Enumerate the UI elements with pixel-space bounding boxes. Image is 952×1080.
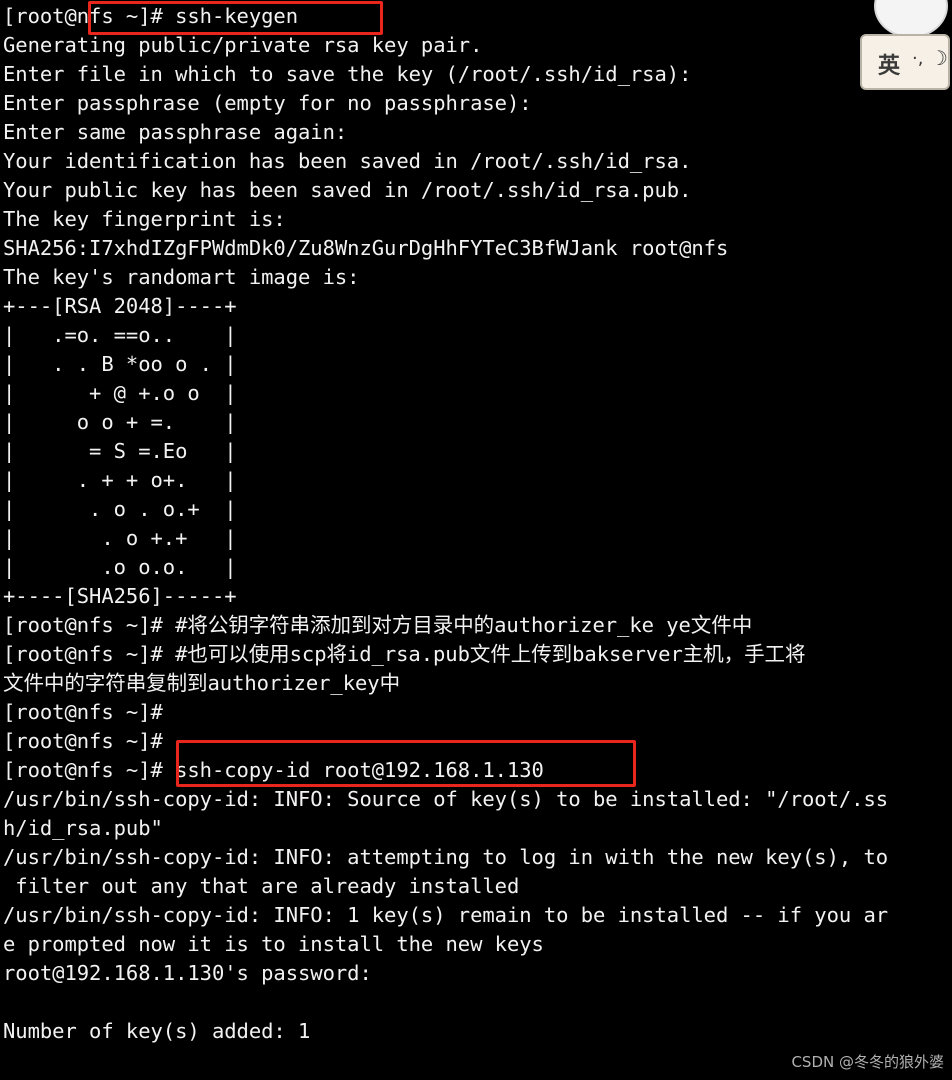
highlight-box-ssh-keygen (88, 1, 383, 35)
ime-status-widget[interactable]: 英 ·, ☽ (858, 0, 952, 96)
randomart-line: | . + + o+. | (3, 468, 237, 492)
csdn-watermark: CSDN @冬冬的狼外婆 (791, 1053, 944, 1071)
randomart-line: | .o o.o. | (3, 555, 237, 579)
terminal-line: Enter file in which to save the key (/ro… (3, 62, 692, 86)
randomart-line: | . o +.+ | (3, 526, 237, 550)
terminal-screenshot: [root@nfs ~]# ssh-keygen Generating publ… (0, 0, 952, 1080)
terminal-line: filter out any that are already installe… (3, 874, 520, 898)
ime-punctuation-icon: ·, (912, 48, 924, 69)
terminal-line: e prompted now it is to install the new … (3, 932, 544, 956)
terminal-line: Enter passphrase (empty for no passphras… (3, 91, 532, 115)
highlight-box-ssh-copy-id (176, 740, 636, 787)
terminal-line: [root@nfs ~]# #也可以使用scp将id_rsa.pub文件上传到b… (3, 642, 806, 666)
terminal-line: Your public key has been saved in /root/… (3, 178, 692, 202)
terminal-line: Number of key(s) added: 1 (3, 1019, 311, 1043)
terminal-output[interactable]: [root@nfs ~]# ssh-keygen Generating publ… (3, 2, 949, 1046)
terminal-line: root@192.168.1.130's password: (3, 961, 372, 985)
randomart-line: | + @ +.o o | (3, 381, 237, 405)
terminal-line: /usr/bin/ssh-copy-id: INFO: Source of ke… (3, 787, 889, 811)
terminal-line: The key fingerprint is: (3, 207, 286, 231)
ime-language-label: 英 (878, 54, 901, 79)
ime-mascot-icon (874, 0, 948, 38)
terminal-line: 文件中的字符串复制到authorizer_key中 (3, 671, 401, 695)
randomart-line: +---[RSA 2048]----+ (3, 294, 237, 318)
moon-icon: ☽ (930, 46, 948, 70)
terminal-line: Your identification has been saved in /r… (3, 149, 692, 173)
terminal-line: /usr/bin/ssh-copy-id: INFO: 1 key(s) rem… (3, 903, 889, 927)
randomart-line: | = S =.Eo | (3, 439, 237, 463)
randomart-line: +----[SHA256]-----+ (3, 584, 237, 608)
terminal-line: The key's randomart image is: (3, 265, 360, 289)
terminal-line: /usr/bin/ssh-copy-id: INFO: attempting t… (3, 845, 889, 869)
terminal-line: [root@nfs ~]# (3, 700, 163, 724)
randomart-line: | . o . o.+ | (3, 497, 237, 521)
randomart-line: | o o + =. | (3, 410, 237, 434)
terminal-line: SHA256:I7xhdIZgFPWdmDk0/Zu8WnzGurDgHhFYT… (3, 236, 729, 260)
terminal-line: h/id_rsa.pub" (3, 816, 163, 840)
terminal-line: Enter same passphrase again: (3, 120, 348, 144)
ime-indicator[interactable]: 英 ·, ☽ (860, 34, 950, 90)
randomart-line: | .=o. ==o.. | (3, 323, 237, 347)
terminal-line: [root@nfs ~]# #将公钥字符串添加到对方目录中的authorizer… (3, 613, 753, 637)
terminal-line: Generating public/private rsa key pair. (3, 33, 483, 57)
randomart-line: | . . B *oo o . | (3, 352, 237, 376)
